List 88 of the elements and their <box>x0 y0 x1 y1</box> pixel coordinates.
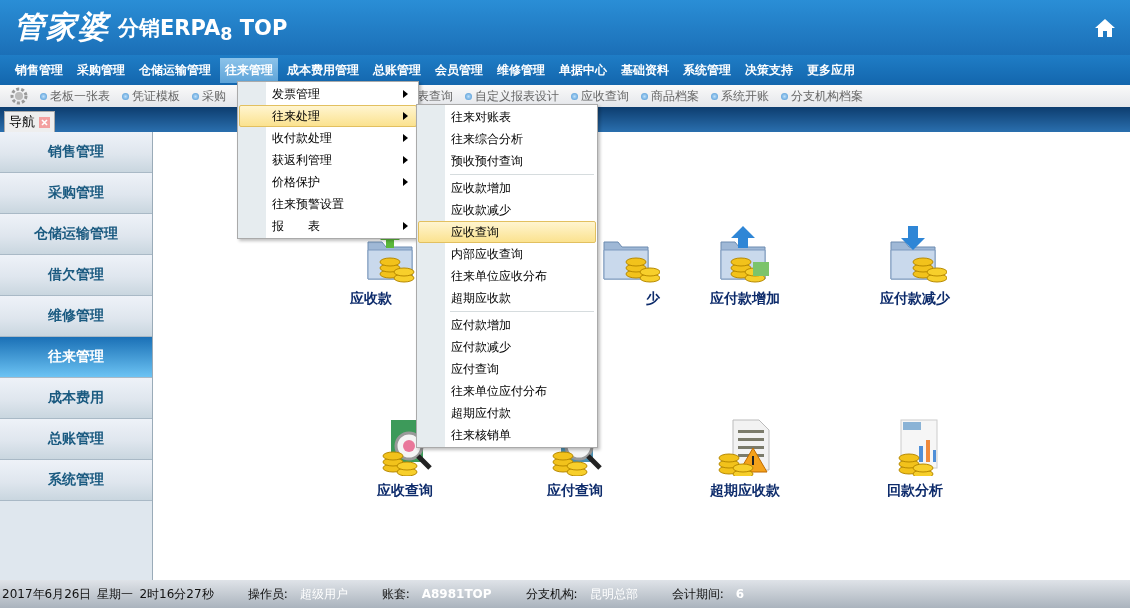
menu-option[interactable]: 价格保护 <box>239 171 417 193</box>
menu-item[interactable]: 系统管理 <box>678 57 736 83</box>
submenu-arrow-icon <box>403 112 408 120</box>
menu-option[interactable]: 发票管理 <box>239 83 417 105</box>
status-label: 账套: <box>381 585 410 603</box>
submenu-arrow-icon <box>403 156 408 164</box>
tile-label[interactable]: 少 <box>646 290 660 308</box>
close-icon[interactable] <box>39 116 50 128</box>
bullet-icon <box>571 92 578 100</box>
submenu-arrow-icon <box>403 178 408 186</box>
quick-link[interactable]: 分支机构档案 <box>791 87 863 105</box>
menu-item[interactable]: 维修管理 <box>492 57 550 83</box>
menu-item[interactable]: 单据中心 <box>554 57 612 83</box>
bullet-icon <box>465 92 472 100</box>
menu-option[interactable]: 往来对账表 <box>418 106 596 128</box>
sidebar-item[interactable]: 采购管理 <box>0 173 152 214</box>
menu-option[interactable]: 往来综合分析 <box>418 128 596 150</box>
status-label: 分支机构: <box>525 585 578 603</box>
sidebar-item[interactable]: 维修管理 <box>0 296 152 337</box>
bullet-icon <box>122 92 129 100</box>
menu-item[interactable]: 总账管理 <box>368 57 426 83</box>
tile-label[interactable]: 回款分析 <box>887 482 943 500</box>
product-name: 分销ERPA$_{8}$ TOP <box>118 15 288 45</box>
menu-option[interactable]: 往来核销单 <box>418 424 596 446</box>
quick-link[interactable]: 商品档案 <box>651 87 699 105</box>
status-time: 2时16分27秒 <box>139 585 214 603</box>
menu-item[interactable]: 决策支持 <box>740 57 798 83</box>
quick-link[interactable]: 凭证模板 <box>132 87 180 105</box>
menu-option[interactable]: 往来预警设置 <box>239 193 417 215</box>
menu-item[interactable]: 成本费用管理 <box>282 57 364 83</box>
menu-item[interactable]: 基础资料 <box>616 57 674 83</box>
quick-link[interactable]: 自定义报表设计 <box>475 87 559 105</box>
tile-label[interactable]: 超期应收款 <box>710 482 780 500</box>
tile-label[interactable]: 应收查询 <box>377 482 433 500</box>
menu-option[interactable]: 往来处理 <box>239 105 417 127</box>
menu-option[interactable]: 超期应付款 <box>418 402 596 424</box>
sidebar-item[interactable]: 成本费用 <box>0 378 152 419</box>
sidebar-item[interactable]: 总账管理 <box>0 419 152 460</box>
submenu-arrow-icon <box>403 222 408 230</box>
bullet-icon <box>192 92 199 100</box>
menu-option[interactable]: 收付款处理 <box>239 127 417 149</box>
status-weekday: 星期一 <box>97 585 134 603</box>
tile-label[interactable]: 应收款 <box>350 290 392 308</box>
bullet-icon <box>711 92 718 100</box>
sidebar-item[interactable]: 销售管理 <box>0 132 152 173</box>
status-date: 2017年6月26日 <box>2 585 92 603</box>
nav-tab[interactable]: 导航 <box>4 111 55 132</box>
menu-option[interactable]: 预收预付查询 <box>418 150 596 172</box>
menu-option[interactable]: 往来单位应付分布 <box>418 380 596 402</box>
status-value: A8981TOP <box>421 587 492 601</box>
menu-option[interactable]: 往来单位应收分布 <box>418 265 596 287</box>
menu-option[interactable]: 报 表 <box>239 215 417 237</box>
sidebar-item[interactable]: 系统管理 <box>0 460 152 501</box>
menu-item[interactable]: 仓储运输管理 <box>134 57 216 83</box>
tile-label[interactable]: 应付查询 <box>547 482 603 500</box>
bullet-icon <box>40 92 47 100</box>
menu-option[interactable]: 应收查询 <box>418 221 596 243</box>
menu-option[interactable]: 应收款减少 <box>418 199 596 221</box>
settings-icon[interactable] <box>10 87 28 105</box>
menu-option[interactable]: 内部应收查询 <box>418 243 596 265</box>
menu-option[interactable]: 获返利管理 <box>239 149 417 171</box>
menu-option[interactable]: 超期应收款 <box>418 287 596 309</box>
bullet-icon <box>641 92 648 100</box>
bullet-icon <box>781 92 788 100</box>
sidebar-item[interactable]: 仓储运输管理 <box>0 214 152 255</box>
menu-item[interactable]: 销售管理 <box>10 57 68 83</box>
logo-text: 管家婆 <box>14 8 110 46</box>
menu-option[interactable]: 应付款减少 <box>418 336 596 358</box>
submenu-arrow-icon <box>403 134 408 142</box>
status-value: 昆明总部 <box>589 585 638 603</box>
quick-link[interactable]: 应收查询 <box>581 87 629 105</box>
menu-option[interactable]: 应付款增加 <box>418 314 596 336</box>
menu-item[interactable]: 采购管理 <box>72 57 130 83</box>
submenu-arrow-icon <box>403 90 408 98</box>
tile-label[interactable]: 应付款增加 <box>710 290 780 308</box>
quick-link[interactable]: 系统开账 <box>721 87 769 105</box>
status-label: 会计期间: <box>671 585 724 603</box>
menu-item[interactable]: 会员管理 <box>430 57 488 83</box>
menu-option[interactable]: 应付查询 <box>418 358 596 380</box>
status-label: 操作员: <box>247 585 288 603</box>
menu-item[interactable]: 更多应用 <box>802 57 860 83</box>
sidebar-item[interactable]: 借欠管理 <box>0 255 152 296</box>
quick-link[interactable]: 采购 <box>202 87 226 105</box>
status-value: 6 <box>735 587 745 601</box>
tile-label[interactable]: 应付款减少 <box>880 290 950 308</box>
menu-option[interactable]: 应收款增加 <box>418 177 596 199</box>
quick-link[interactable]: 老板一张表 <box>50 87 110 105</box>
home-icon[interactable] <box>1094 17 1116 38</box>
